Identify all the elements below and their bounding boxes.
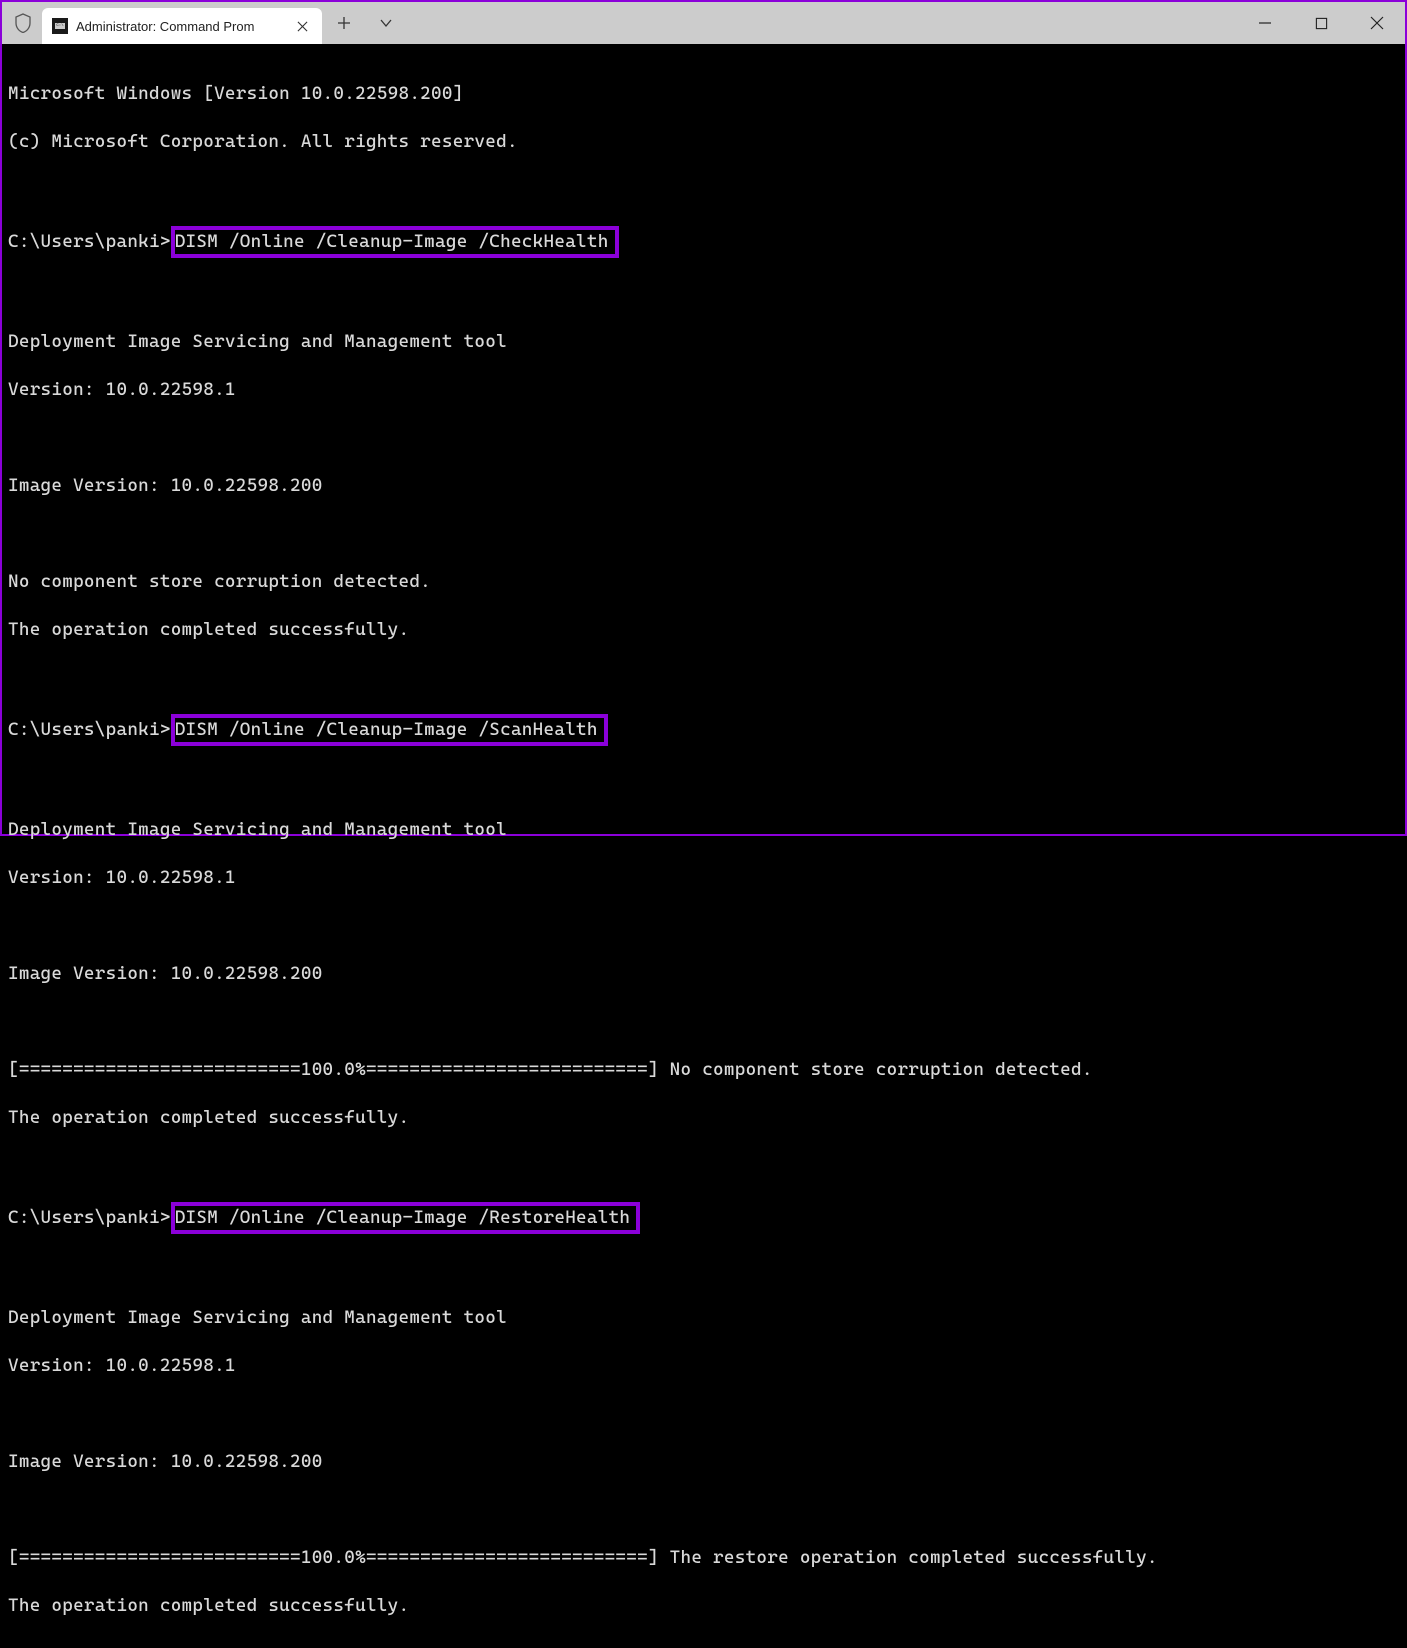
tab-actions	[332, 11, 398, 35]
prompt: C:\Users\panki>	[8, 230, 171, 254]
terminal-output[interactable]: Microsoft Windows [Version 10.0.22598.20…	[2, 44, 1405, 1648]
terminal-blank	[8, 522, 1399, 546]
prompt-line-3: C:\Users\panki>DISM /Online /Cleanup-Ima…	[8, 1202, 1399, 1234]
terminal-line: The operation completed successfully.	[8, 1106, 1399, 1130]
terminal-line: Image Version: 10.0.22598.200	[8, 962, 1399, 986]
terminal-line: Version: 10.0.22598.1	[8, 378, 1399, 402]
terminal-blank	[8, 1154, 1399, 1178]
terminal-line: Microsoft Windows [Version 10.0.22598.20…	[8, 82, 1399, 106]
prompt-line-2: C:\Users\panki>DISM /Online /Cleanup-Ima…	[8, 714, 1399, 746]
terminal-line: No component store corruption detected.	[8, 570, 1399, 594]
close-button[interactable]	[1349, 2, 1405, 44]
terminal-blank	[8, 1258, 1399, 1282]
terminal-blank	[8, 770, 1399, 794]
command-text: DISM /Online /Cleanup-Image /CheckHealth	[175, 231, 609, 252]
terminal-blank	[8, 1402, 1399, 1426]
terminal-blank	[8, 282, 1399, 306]
new-tab-button[interactable]	[332, 11, 356, 35]
terminal-blank	[8, 1498, 1399, 1522]
tab-dropdown-button[interactable]	[374, 11, 398, 35]
window-controls	[1237, 2, 1405, 44]
tab-title: Administrator: Command Prom	[76, 19, 254, 34]
command-highlight-1: DISM /Online /Cleanup-Image /CheckHealth	[171, 226, 619, 258]
tab-close-button[interactable]	[292, 16, 312, 36]
terminal-blank	[8, 914, 1399, 938]
minimize-button[interactable]	[1237, 2, 1293, 44]
shield-icon	[14, 13, 32, 33]
terminal-blank	[8, 1010, 1399, 1034]
terminal-blank	[8, 178, 1399, 202]
command-highlight-3: DISM /Online /Cleanup-Image /RestoreHeal…	[171, 1202, 641, 1234]
maximize-button[interactable]	[1293, 2, 1349, 44]
terminal-line: Version: 10.0.22598.1	[8, 866, 1399, 890]
terminal-line: Image Version: 10.0.22598.200	[8, 474, 1399, 498]
command-text: DISM /Online /Cleanup-Image /RestoreHeal…	[175, 1207, 631, 1228]
terminal-line: Deployment Image Servicing and Managemen…	[8, 330, 1399, 354]
terminal-line: (c) Microsoft Corporation. All rights re…	[8, 130, 1399, 154]
terminal-blank	[8, 666, 1399, 690]
terminal-line: Image Version: 10.0.22598.200	[8, 1450, 1399, 1474]
terminal-line: The operation completed successfully.	[8, 1594, 1399, 1618]
terminal-line: The operation completed successfully.	[8, 618, 1399, 642]
terminal-line: Version: 10.0.22598.1	[8, 1354, 1399, 1378]
prompt: C:\Users\panki>	[8, 718, 171, 742]
terminal-blank	[8, 426, 1399, 450]
tab-command-prompt[interactable]: C:\ Administrator: Command Prom	[42, 8, 322, 44]
terminal-line: Deployment Image Servicing and Managemen…	[8, 1306, 1399, 1330]
title-bar: C:\ Administrator: Command Prom	[2, 2, 1405, 44]
terminal-line: Deployment Image Servicing and Managemen…	[8, 818, 1399, 842]
prompt-line-1: C:\Users\panki>DISM /Online /Cleanup-Ima…	[8, 226, 1399, 258]
cmd-icon: C:\	[52, 18, 68, 34]
prompt: C:\Users\panki>	[8, 1206, 171, 1230]
terminal-line: [==========================100.0%=======…	[8, 1058, 1399, 1082]
command-highlight-2: DISM /Online /Cleanup-Image /ScanHealth	[171, 714, 608, 746]
command-text: DISM /Online /Cleanup-Image /ScanHealth	[175, 719, 598, 740]
terminal-line: [==========================100.0%=======…	[8, 1546, 1399, 1570]
